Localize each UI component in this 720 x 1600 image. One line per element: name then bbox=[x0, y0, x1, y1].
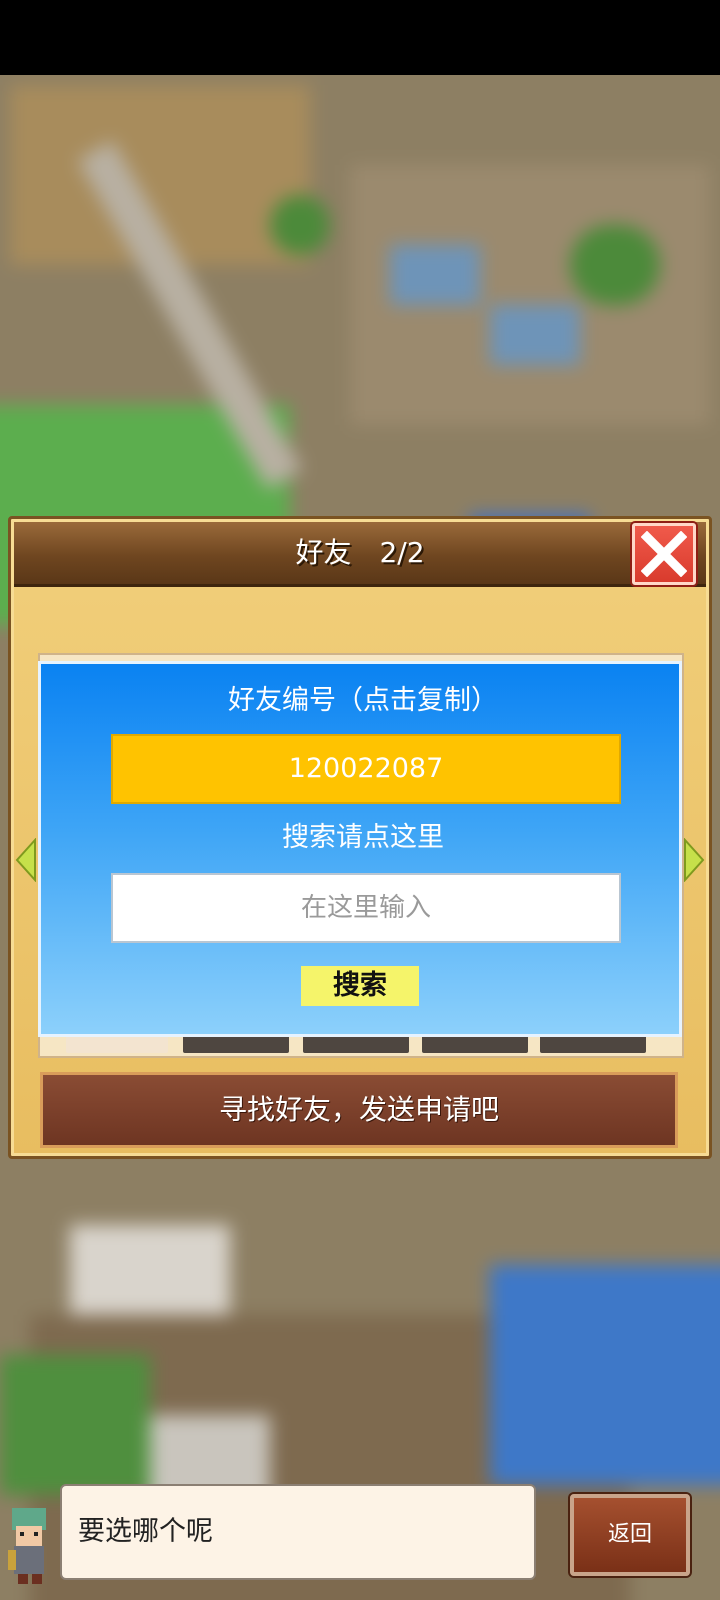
speech-text: 要选哪个呢 bbox=[78, 1516, 213, 1547]
panel-title: 好友 2/2 bbox=[295, 536, 425, 569]
friend-id-label: 好友编号（点击复制） bbox=[228, 685, 498, 716]
panel-header: 好友 2/2 bbox=[14, 522, 706, 587]
search-input[interactable]: 在这里输入 bbox=[111, 873, 621, 943]
character-avatar bbox=[8, 1508, 46, 1584]
find-friends-button[interactable]: 寻找好友，发送申请吧 bbox=[40, 1072, 678, 1148]
search-button[interactable]: 搜索 bbox=[301, 966, 419, 1006]
status-bar bbox=[0, 0, 720, 75]
close-icon bbox=[641, 531, 687, 577]
friend-id-copy-button[interactable]: 120022087 bbox=[111, 734, 621, 804]
search-label: 搜索请点这里 bbox=[282, 822, 444, 853]
close-button[interactable] bbox=[632, 523, 696, 585]
back-button[interactable]: 返回 bbox=[570, 1494, 690, 1576]
arrow-right-icon[interactable] bbox=[683, 838, 705, 882]
arrow-left-icon[interactable] bbox=[15, 838, 37, 882]
speech-bubble: 要选哪个呢 bbox=[60, 1484, 536, 1580]
friend-id-dialog: 好友编号（点击复制） 120022087 搜索请点这里 在这里输入 搜索 bbox=[38, 661, 682, 1037]
